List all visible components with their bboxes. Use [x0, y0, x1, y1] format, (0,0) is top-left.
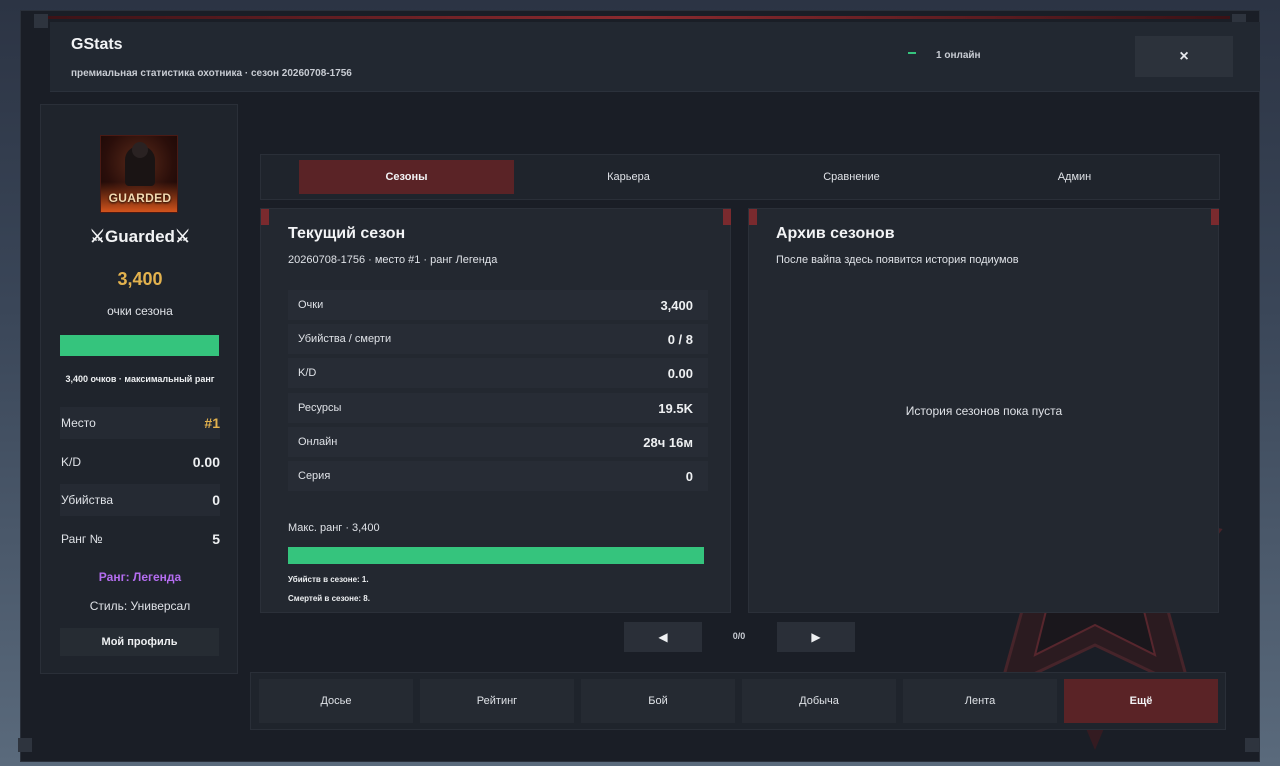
style-label: Стиль: Универсал — [89, 599, 191, 613]
profile-sidebar: GUARDED ⚔Guarded⚔ 3,400 очки сезона 3,40… — [40, 104, 238, 674]
main-tabs: Сезоны Карьера Сравнение Админ — [260, 154, 1220, 200]
nav-more[interactable]: Ещё — [1064, 679, 1218, 723]
avatar-logo-text: GUARDED — [108, 191, 172, 205]
corner-decoration — [18, 738, 32, 752]
panel-title: Архив сезонов — [776, 225, 895, 242]
app-subtitle: премиальная статистика охотника · сезон … — [71, 68, 352, 79]
panel-subtitle: 20260708-1756 · место #1 · ранг Легенда — [288, 254, 498, 266]
score-progress-bar — [60, 335, 219, 356]
tab-admin[interactable]: Админ — [967, 160, 1182, 194]
season-stat-row: K/D 0.00 — [288, 358, 708, 388]
season-stat-label: Ресурсы — [298, 402, 342, 414]
score-progress-fill — [60, 335, 219, 356]
next-page-button[interactable]: ▶ — [777, 622, 855, 652]
panel-title: Текущий сезон — [288, 225, 406, 242]
stat-label: K/D — [61, 455, 82, 469]
player-name: ⚔Guarded⚔ — [89, 227, 191, 246]
stat-row-rank-number: Ранг № 5 — [60, 523, 220, 555]
season-score-label: очки сезона — [107, 304, 173, 318]
season-stat-label: Онлайн — [298, 436, 338, 448]
season-stat-row: Серия 0 — [288, 461, 708, 491]
bottom-navigation: Досье Рейтинг Бой Добыча Лента Ещё — [250, 672, 1226, 730]
tab-seasons[interactable]: Сезоны — [299, 160, 514, 194]
online-count: 1 онлайн — [936, 50, 981, 61]
season-stat-value: 19.5K — [658, 400, 693, 416]
deaths-note: Смертей в сезоне: 8. — [288, 594, 370, 603]
page-indicator: 0/0 — [732, 631, 746, 641]
stat-row-kd: K/D 0.00 — [60, 446, 220, 478]
prev-page-button[interactable]: ◀ — [624, 622, 702, 652]
nav-feed[interactable]: Лента — [903, 679, 1057, 723]
season-stat-value: 3,400 — [660, 297, 693, 313]
season-stat-row: Онлайн 28ч 16м — [288, 427, 708, 457]
kills-note: Убийств в сезоне: 1. — [288, 575, 369, 584]
season-stat-label: K/D — [298, 367, 317, 379]
panel-notch — [1211, 209, 1219, 225]
season-stat-value: 28ч 16м — [643, 434, 693, 450]
season-stat-row: Убийства / смерти 0 / 8 — [288, 324, 708, 354]
season-stat-value: 0 — [685, 468, 693, 484]
stat-row-place: Место #1 — [60, 407, 220, 439]
top-accent-line — [34, 16, 1230, 19]
max-rank-label: Макс. ранг · 3,400 — [288, 522, 380, 534]
online-indicator-icon — [908, 52, 916, 54]
score-note: 3,400 очков · максимальный ранг — [65, 374, 215, 384]
app-header: GStats премиальная статистика охотника ·… — [50, 22, 1260, 92]
stat-label: Убийства — [61, 493, 114, 507]
nav-dossier[interactable]: Досье — [259, 679, 413, 723]
tab-compare[interactable]: Сравнение — [744, 160, 959, 194]
panel-subtitle: После вайпа здесь появится история подиу… — [776, 254, 1019, 266]
panel-notch — [723, 209, 731, 225]
season-stat-value: 0.00 — [667, 365, 693, 381]
season-stat-value: 0 / 8 — [667, 331, 693, 347]
panel-notch — [261, 209, 269, 225]
current-season-panel: Текущий сезон 20260708-1756 · место #1 ·… — [260, 208, 731, 613]
avatar: GUARDED — [100, 135, 178, 213]
stat-value: 5 — [212, 531, 220, 547]
my-profile-button[interactable]: Мой профиль — [60, 628, 219, 656]
tab-career[interactable]: Карьера — [521, 160, 736, 194]
close-button[interactable]: × — [1135, 36, 1233, 77]
stat-label: Ранг № — [61, 532, 103, 546]
season-archive-panel: Архив сезонов После вайпа здесь появится… — [748, 208, 1219, 613]
nav-rating[interactable]: Рейтинг — [420, 679, 574, 723]
season-stat-row: Очки 3,400 — [288, 290, 708, 320]
stat-row-kills: Убийства 0 — [60, 484, 220, 516]
corner-decoration — [1245, 738, 1259, 752]
season-progress-bar — [288, 547, 704, 564]
rank-label: Ранг: Легенда — [98, 570, 182, 584]
nav-combat[interactable]: Бой — [581, 679, 735, 723]
season-progress-fill — [288, 547, 704, 564]
season-stat-label: Убийства / смерти — [298, 333, 392, 345]
avatar-head — [132, 142, 148, 158]
stat-value: 0 — [212, 492, 220, 508]
archive-empty-message: История сезонов пока пуста — [905, 404, 1063, 418]
season-stat-label: Очки — [298, 299, 324, 311]
stat-label: Место — [61, 416, 96, 430]
season-score: 3,400 — [117, 269, 163, 289]
corner-decoration — [34, 14, 48, 28]
stat-value: 0.00 — [192, 454, 220, 470]
season-stat-row: Ресурсы 19.5K — [288, 393, 708, 423]
panel-notch — [749, 209, 757, 225]
app-title: GStats — [71, 36, 123, 53]
season-stat-label: Серия — [298, 470, 331, 482]
stat-value: #1 — [204, 415, 220, 431]
nav-loot[interactable]: Добыча — [742, 679, 896, 723]
